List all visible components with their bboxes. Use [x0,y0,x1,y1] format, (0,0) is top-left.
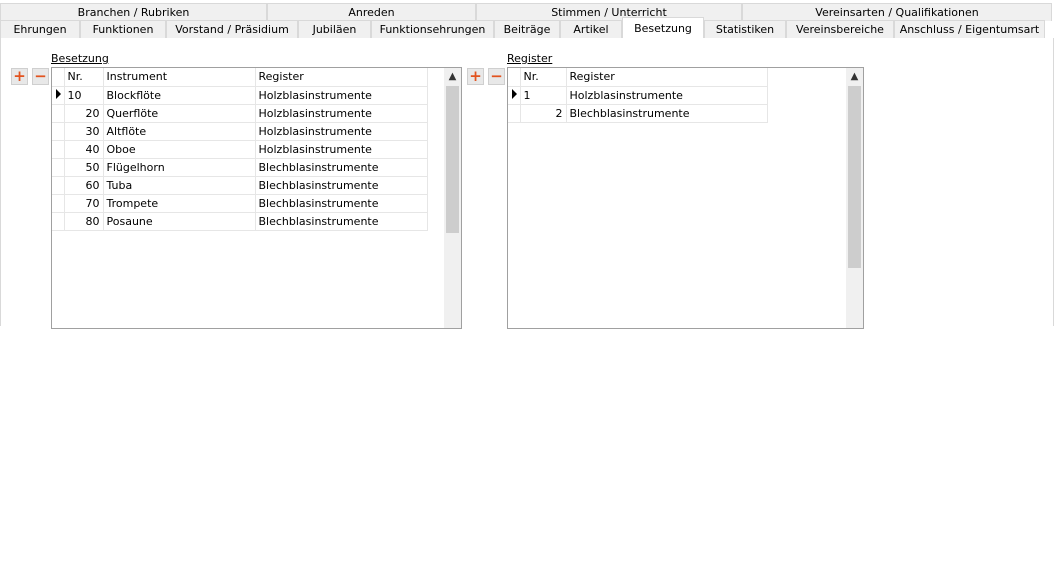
plus-icon: + [469,67,482,85]
register-remove-button[interactable]: − [488,68,505,85]
row-indicator [52,104,65,123]
cell-register[interactable]: Holzblasinstrumente [255,86,428,105]
tab-funktionen[interactable]: Funktionen [80,20,166,38]
cell-nr[interactable]: 2 [520,104,567,123]
row-indicator [508,104,521,123]
column-header-instrument[interactable]: Instrument [103,68,256,87]
row-indicator [52,122,65,141]
tab-row-bottom: Ehrungen Funktionen Vorstand / Präsidium… [0,17,1054,38]
besetzung-table: Nr. Instrument Register 10 Blockflöte Ho… [52,68,428,231]
tab-besetzung[interactable]: Besetzung [622,17,704,38]
tab-anschluss-eigentumsart[interactable]: Anschluss / Eigentumsart [894,20,1045,38]
cell-register[interactable]: Holzblasinstrumente [566,86,768,105]
tab-vereinsbereiche[interactable]: Vereinsbereiche [786,20,894,38]
column-header-nr[interactable]: Nr. [520,68,567,87]
cell-register[interactable]: Blechblasinstrumente [255,158,428,177]
table-row[interactable]: 60 Tuba Blechblasinstrumente [52,176,428,195]
scrollbar-thumb[interactable] [848,86,861,268]
cell-nr[interactable]: 10 [64,86,104,105]
besetzung-caption: Besetzung [51,52,109,65]
row-indicator [52,176,65,195]
cell-instrument[interactable]: Altflöte [103,122,256,141]
row-indicator [52,86,65,105]
table-row[interactable]: 20 Querflöte Holzblasinstrumente [52,104,428,123]
minus-icon: − [490,67,503,85]
table-row[interactable]: 80 Posaune Blechblasinstrumente [52,212,428,231]
cell-instrument[interactable]: Querflöte [103,104,256,123]
column-header-register[interactable]: Register [566,68,768,87]
register-grid[interactable]: Nr. Register 1 Holzblasinstrumente 2 Ble… [507,67,864,329]
besetzung-remove-button[interactable]: − [32,68,49,85]
tab-artikel[interactable]: Artikel [560,20,622,38]
register-add-button[interactable]: + [467,68,484,85]
cell-register[interactable]: Blechblasinstrumente [255,212,428,231]
cell-instrument[interactable]: Flügelhorn [103,158,256,177]
row-indicator-header [52,68,65,87]
current-row-arrow-icon [56,88,61,99]
cell-register[interactable]: Blechblasinstrumente [255,176,428,195]
cell-register[interactable]: Blechblasinstrumente [255,194,428,213]
tab-beitraege[interactable]: Beiträge [494,20,560,38]
besetzung-grid[interactable]: Nr. Instrument Register 10 Blockflöte Ho… [51,67,462,329]
register-caption: Register [507,52,553,65]
column-header-register[interactable]: Register [255,68,428,87]
column-header-nr[interactable]: Nr. [64,68,104,87]
cell-nr[interactable]: 40 [64,140,104,159]
plus-icon: + [13,67,26,85]
tab-anreden[interactable]: Anreden [267,3,476,21]
cell-nr[interactable]: 80 [64,212,104,231]
register-header-row: Nr. Register [508,68,768,87]
tab-funktionsehrungen[interactable]: Funktionsehrungen [371,20,494,38]
tab-branchen-rubriken[interactable]: Branchen / Rubriken [0,3,267,21]
besetzung-header-row: Nr. Instrument Register [52,68,428,87]
cell-nr[interactable]: 1 [520,86,567,105]
tab-ehrungen[interactable]: Ehrungen [0,20,80,38]
scroll-up-icon[interactable]: ▲ [846,70,863,84]
row-indicator [52,140,65,159]
cell-nr[interactable]: 20 [64,104,104,123]
besetzung-vertical-scrollbar[interactable]: ▲ [444,68,461,328]
scrollbar-thumb[interactable] [446,86,459,233]
cell-nr[interactable]: 60 [64,176,104,195]
cell-instrument[interactable]: Oboe [103,140,256,159]
tab-statistiken[interactable]: Statistiken [704,20,786,38]
register-vertical-scrollbar[interactable]: ▲ [846,68,863,328]
cell-instrument[interactable]: Posaune [103,212,256,231]
besetzung-add-button[interactable]: + [11,68,28,85]
row-indicator [52,158,65,177]
cell-nr[interactable]: 50 [64,158,104,177]
cell-register[interactable]: Blechblasinstrumente [566,104,768,123]
cell-nr[interactable]: 30 [64,122,104,141]
minus-icon: − [34,67,47,85]
cell-nr[interactable]: 70 [64,194,104,213]
row-indicator-header [508,68,521,87]
cell-instrument[interactable]: Tuba [103,176,256,195]
row-indicator [52,212,65,231]
cell-instrument[interactable]: Trompete [103,194,256,213]
cell-instrument[interactable]: Blockflöte [103,86,256,105]
tab-row-top: Branchen / Rubriken Anreden Stimmen / Un… [0,3,1054,21]
scroll-up-icon[interactable]: ▲ [444,70,461,84]
table-row[interactable]: 30 Altflöte Holzblasinstrumente [52,122,428,141]
tab-vorstand-praesidium[interactable]: Vorstand / Präsidium [166,20,298,38]
table-row[interactable]: 10 Blockflöte Holzblasinstrumente [52,86,428,105]
table-row[interactable]: 1 Holzblasinstrumente [508,86,768,105]
tab-vereinsarten-qualifikationen[interactable]: Vereinsarten / Qualifikationen [742,3,1052,21]
current-row-arrow-icon [512,88,517,99]
table-row[interactable]: 50 Flügelhorn Blechblasinstrumente [52,158,428,177]
table-row[interactable]: 70 Trompete Blechblasinstrumente [52,194,428,213]
table-row[interactable]: 2 Blechblasinstrumente [508,104,768,123]
tab-jubilaeen[interactable]: Jubiläen [298,20,371,38]
register-table: Nr. Register 1 Holzblasinstrumente 2 Ble… [508,68,768,123]
cell-register[interactable]: Holzblasinstrumente [255,104,428,123]
row-indicator [52,194,65,213]
cell-register[interactable]: Holzblasinstrumente [255,122,428,141]
row-indicator [508,86,521,105]
cell-register[interactable]: Holzblasinstrumente [255,140,428,159]
table-row[interactable]: 40 Oboe Holzblasinstrumente [52,140,428,159]
